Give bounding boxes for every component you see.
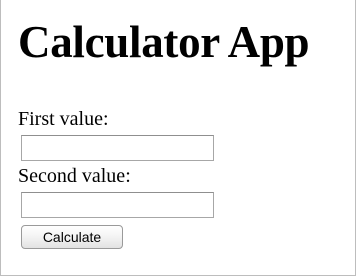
browser-viewport: Calculator App First value: Second value… [0, 0, 356, 276]
second-value-input[interactable] [21, 192, 214, 218]
first-value-label: First value: [18, 108, 109, 130]
page-title: Calculator App [18, 17, 310, 67]
calculate-button[interactable]: Calculate [21, 225, 123, 249]
calculator-page: Calculator App First value: Second value… [18, 10, 348, 249]
first-value-input[interactable] [21, 135, 214, 161]
second-value-label: Second value: [18, 165, 131, 187]
